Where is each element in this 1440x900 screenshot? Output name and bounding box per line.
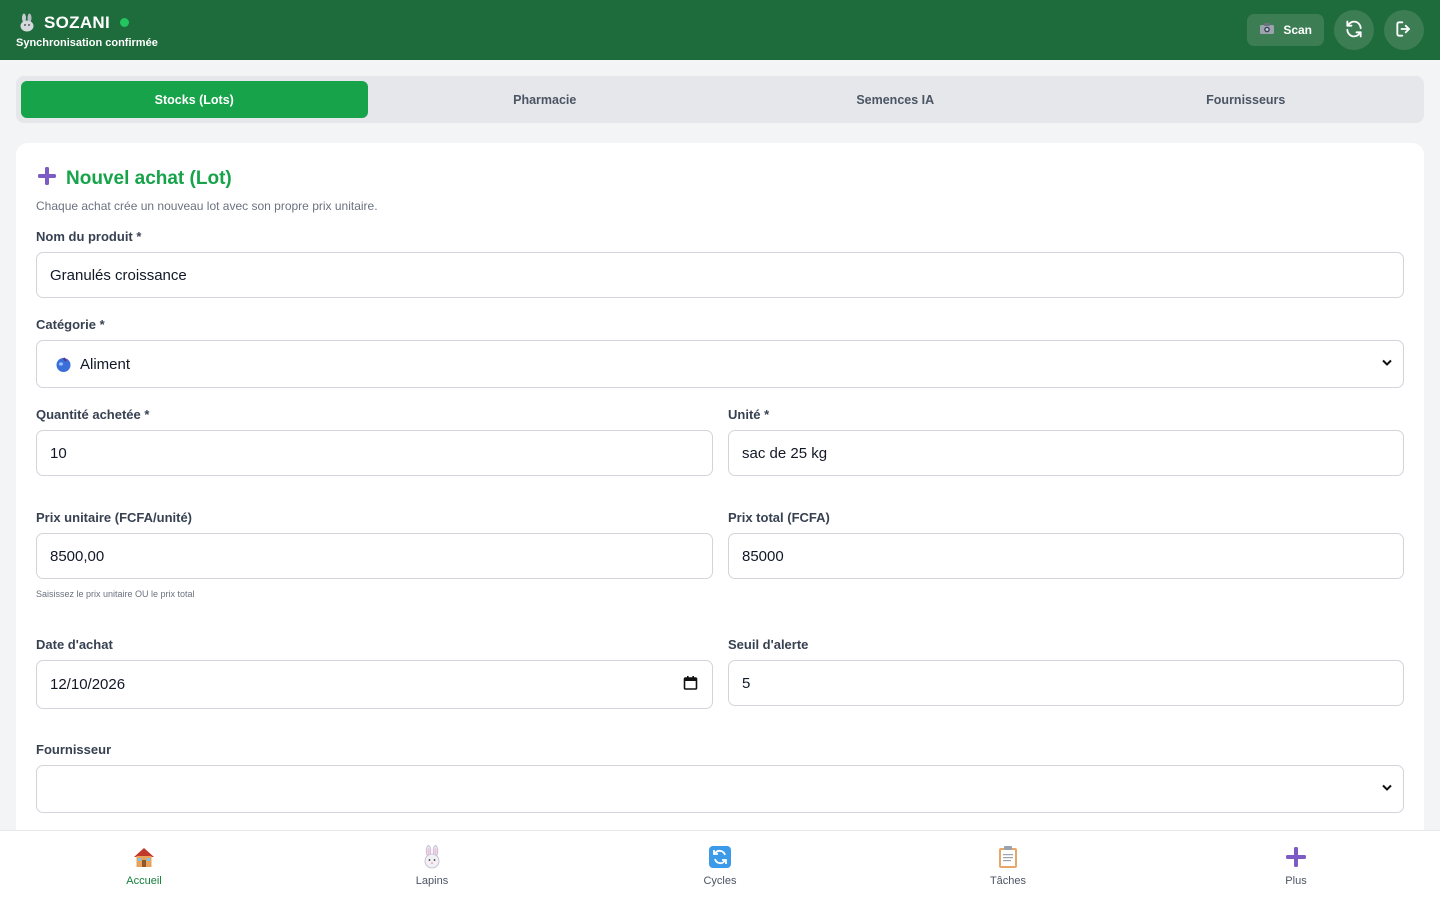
camera-icon <box>1259 22 1275 38</box>
logout-button[interactable] <box>1384 10 1424 50</box>
purchase-date-label: Date d'achat <box>36 637 113 652</box>
calendar-icon[interactable] <box>683 675 698 694</box>
nav-taches-label: Tâches <box>989 874 1027 887</box>
nav-plus[interactable]: Plus <box>1152 831 1440 900</box>
nav-accueil[interactable]: Accueil <box>0 831 288 900</box>
bottom-navigation: Accueil Lapins Cycles Tâches Plus <box>0 830 1440 900</box>
rabbit-icon <box>420 844 444 869</box>
supplier-select[interactable] <box>36 765 1404 813</box>
price-hint: Saisissez le prix unitaire OU le prix to… <box>36 589 195 599</box>
app-header: SOZANI Synchronisation confirmée Scan <box>0 0 1440 60</box>
form-title-text: Nouvel achat (Lot) <box>66 168 232 189</box>
tab-fournisseurs[interactable]: Fournisseurs <box>1073 81 1420 118</box>
category-select[interactable]: Aliment <box>36 340 1404 388</box>
form-title: Nouvel achat (Lot) <box>36 165 1404 193</box>
tab-pharmacie[interactable]: Pharmacie <box>372 81 719 118</box>
nav-lapins-label: Lapins <box>415 874 449 887</box>
nav-cycles-label: Cycles <box>703 874 737 887</box>
section-tabs: Stocks (Lots) Pharmacie Semences IA Four… <box>16 76 1424 123</box>
supplier-label: Fournisseur <box>36 742 112 757</box>
chevron-down-icon <box>1381 356 1393 373</box>
cycle-icon <box>708 845 732 869</box>
total-price-value: 85000 <box>742 547 784 565</box>
product-name-value: Granulés croissance <box>50 266 187 284</box>
nav-plus-label: Plus <box>1285 874 1307 887</box>
category-value: Aliment <box>80 355 131 373</box>
tab-stocks[interactable]: Stocks (Lots) <box>21 81 368 118</box>
product-name-label: Nom du produit * <box>36 229 142 244</box>
house-icon <box>132 845 156 869</box>
scan-button[interactable]: Scan <box>1247 14 1324 46</box>
rabbit-logo-icon <box>16 12 38 34</box>
unit-price-input[interactable]: 8500,00 <box>36 533 713 579</box>
tab-semences[interactable]: Semences IA <box>722 81 1069 118</box>
sync-button[interactable] <box>1334 10 1374 50</box>
unit-value: sac de 25 kg <box>742 444 828 462</box>
alert-threshold-value: 5 <box>742 674 751 692</box>
unit-price-label: Prix unitaire (FCFA/unité) <box>36 510 193 525</box>
unit-price-value: 8500,00 <box>50 547 105 565</box>
alert-threshold-label: Seuil d'alerte <box>728 637 809 652</box>
plus-icon <box>1284 845 1308 869</box>
clipboard-icon <box>996 845 1020 869</box>
chevron-down-icon <box>1381 781 1393 798</box>
sync-status: Synchronisation confirmée <box>16 36 158 49</box>
alert-threshold-input[interactable]: 5 <box>728 660 1404 706</box>
form-subtitle: Chaque achat crée un nouveau lot avec so… <box>36 199 378 213</box>
plus-icon <box>36 165 58 193</box>
total-price-label: Prix total (FCFA) <box>728 510 830 525</box>
unit-input[interactable]: sac de 25 kg <box>728 430 1404 476</box>
brand: SOZANI Synchronisation confirmée <box>16 12 158 49</box>
quantity-input[interactable]: 10 <box>36 430 713 476</box>
brand-name: SOZANI <box>44 12 111 32</box>
category-label: Catégorie * <box>36 317 105 332</box>
purchase-date-input[interactable]: 12/10/2026 <box>36 660 713 709</box>
feed-icon <box>55 356 72 373</box>
product-name-input[interactable]: Granulés croissance <box>36 252 1404 298</box>
nav-cycles[interactable]: Cycles <box>576 831 864 900</box>
purchase-date-value: 12/10/2026 <box>50 676 126 693</box>
online-status-dot <box>120 18 130 27</box>
scan-label: Scan <box>1283 23 1312 37</box>
quantity-label: Quantité achetée * <box>36 407 150 422</box>
logout-icon <box>1394 19 1414 42</box>
nav-lapins[interactable]: Lapins <box>288 831 576 900</box>
total-price-input[interactable]: 85000 <box>728 533 1404 579</box>
quantity-value: 10 <box>50 444 67 462</box>
refresh-icon <box>1344 19 1364 42</box>
nav-taches[interactable]: Tâches <box>864 831 1152 900</box>
nav-accueil-label: Accueil <box>126 874 162 887</box>
unit-label: Unité * <box>728 407 770 422</box>
